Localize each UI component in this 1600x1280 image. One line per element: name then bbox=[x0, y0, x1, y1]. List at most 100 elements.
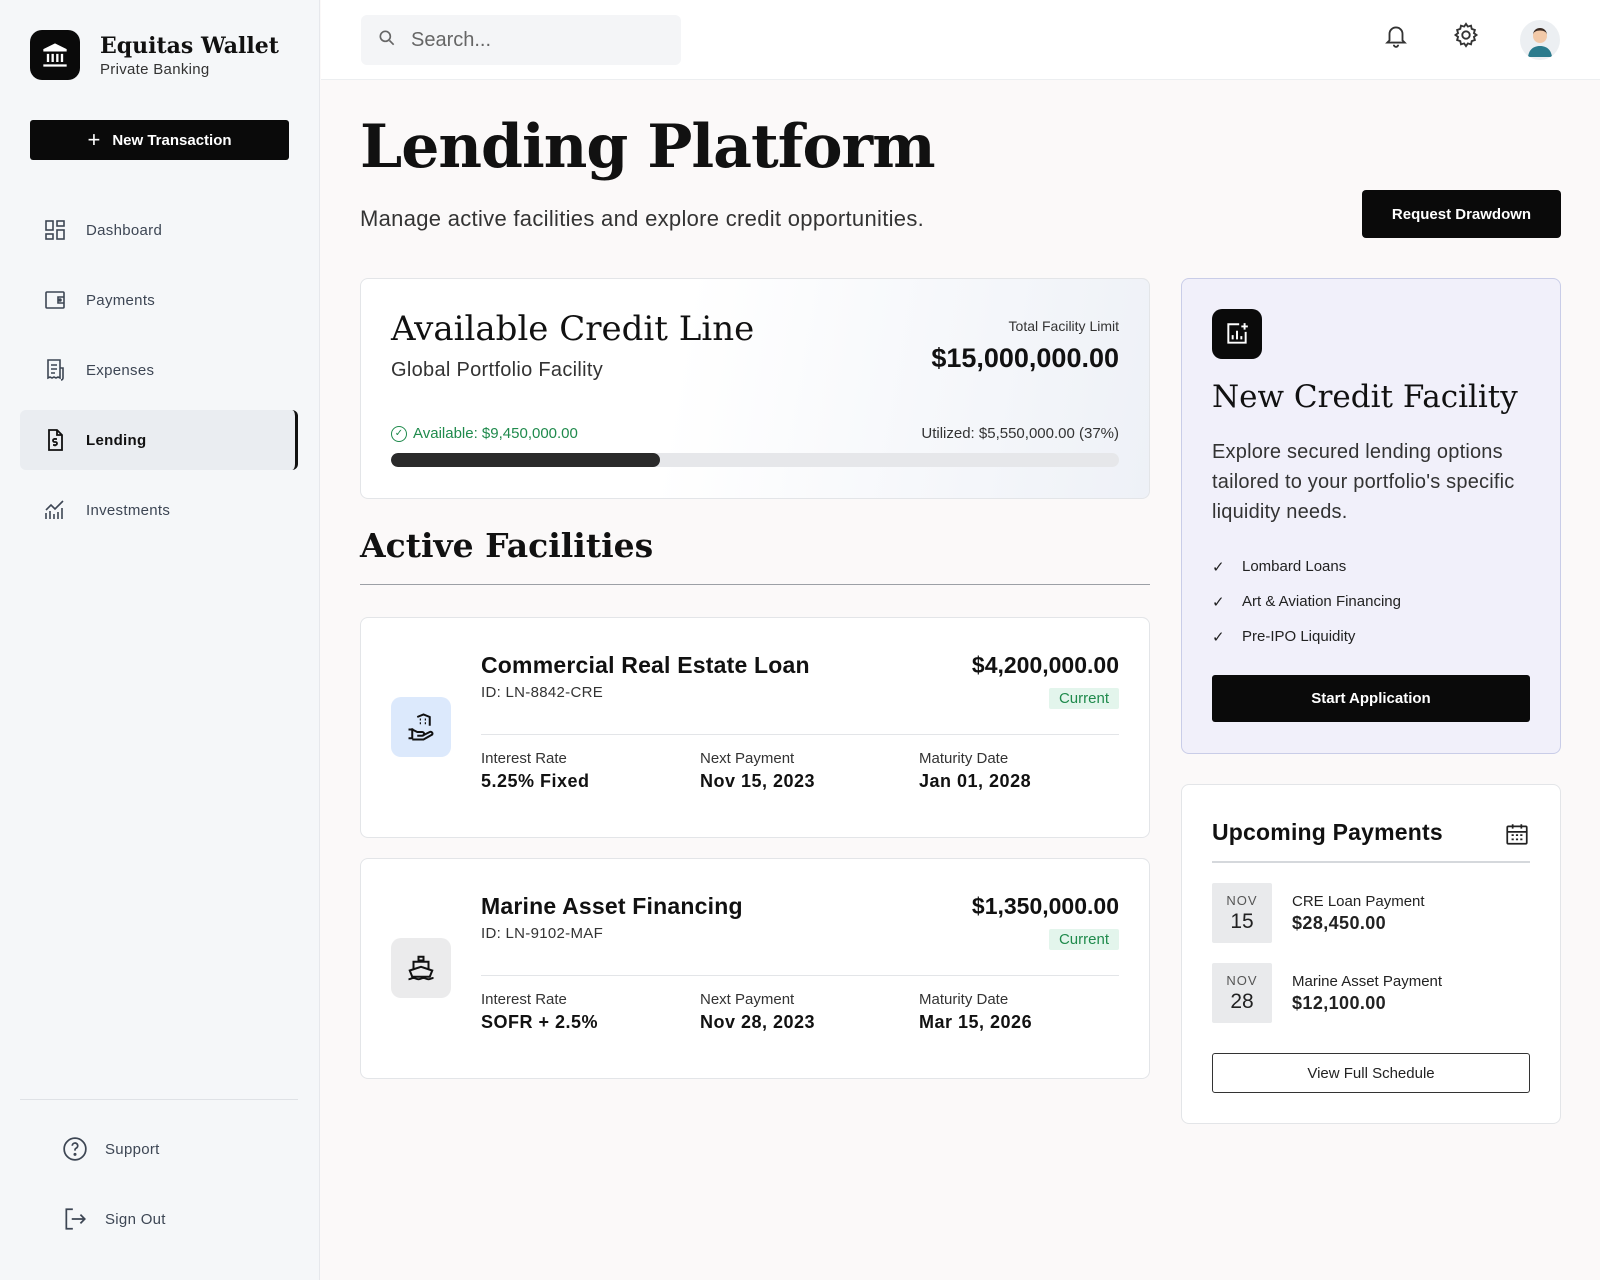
feature-label: Art & Aviation Financing bbox=[1242, 593, 1401, 610]
payment-row[interactable]: NOV 15 CRE Loan Payment $28,450.00 bbox=[1212, 883, 1425, 943]
credit-line-card: Available Credit Line Global Portfolio F… bbox=[360, 278, 1150, 499]
sidebar-item-label: Dashboard bbox=[86, 221, 163, 239]
interest-rate-value: SOFR + 2.5% bbox=[481, 1012, 599, 1032]
building-hand-icon bbox=[391, 697, 451, 757]
sidebar-item-label: Expenses bbox=[86, 361, 155, 379]
maturity-date-label: Maturity Date bbox=[919, 991, 1009, 1008]
payment-month: NOV bbox=[1226, 972, 1258, 988]
sidebar: Equitas Wallet Private Banking + New Tra… bbox=[0, 0, 320, 1280]
search-box[interactable] bbox=[361, 15, 681, 65]
sidebar-divider bbox=[20, 1099, 298, 1100]
sidebar-item-expenses[interactable]: Expenses bbox=[20, 340, 298, 400]
payment-amount: $12,100.00 bbox=[1292, 992, 1387, 1013]
feature-label: Lombard Loans bbox=[1242, 558, 1347, 575]
section-divider bbox=[1212, 861, 1530, 863]
chart-plus-icon bbox=[1212, 309, 1262, 359]
page-title: Lending Platform bbox=[360, 112, 936, 182]
plus-icon: + bbox=[87, 127, 101, 152]
sidebar-item-payments[interactable]: Payments bbox=[20, 270, 298, 330]
upcoming-payments-card: Upcoming Payments NOV 15 CRE Loan Paymen… bbox=[1181, 784, 1561, 1124]
payment-date: NOV 28 bbox=[1212, 963, 1272, 1023]
payment-name: CRE Loan Payment bbox=[1292, 892, 1425, 910]
facility-limit-value: $15,000,000.00 bbox=[931, 343, 1119, 373]
sidebar-item-label: Investments bbox=[86, 501, 171, 519]
status-badge: Current bbox=[1048, 929, 1119, 950]
list-item: ✓ Art & Aviation Financing bbox=[1212, 584, 1401, 619]
ship-icon bbox=[391, 938, 451, 998]
check-icon: ✓ bbox=[1212, 628, 1225, 646]
next-payment: Next Payment Nov 15, 2023 bbox=[700, 750, 815, 792]
facility-card[interactable]: Marine Asset Financing ID: LN-9102-MAF $… bbox=[360, 858, 1150, 1079]
promo-feature-list: ✓ Lombard Loans ✓ Art & Aviation Financing… bbox=[1212, 549, 1401, 654]
facility-name: Marine Asset Financing bbox=[481, 893, 743, 919]
support-link[interactable]: Support bbox=[62, 1136, 160, 1162]
interest-rate-value: 5.25% Fixed bbox=[481, 771, 590, 791]
sign-out-link[interactable]: Sign Out bbox=[62, 1206, 166, 1232]
facility-limit-label: Total Facility Limit bbox=[1008, 318, 1119, 334]
maturity-date-value: Jan 01, 2028 bbox=[919, 771, 1032, 791]
section-divider bbox=[360, 584, 1150, 585]
facility-amount: $4,200,000.00 bbox=[971, 652, 1119, 678]
search-icon bbox=[377, 28, 397, 53]
check-icon: ✓ bbox=[1212, 593, 1225, 611]
avatar[interactable] bbox=[1520, 20, 1560, 60]
maturity-date-value: Mar 15, 2026 bbox=[919, 1012, 1033, 1032]
facility-id: ID: LN-8842-CRE bbox=[481, 684, 604, 701]
brand-subtitle: Private Banking bbox=[100, 60, 210, 78]
utilized-amount: Utilized: $5,550,000.00 (37%) bbox=[921, 425, 1119, 442]
sidebar-nav: Dashboard Payments Expenses Lending Inve… bbox=[20, 200, 298, 550]
credit-line-title: Available Credit Line bbox=[391, 309, 755, 349]
interest-rate-label: Interest Rate bbox=[481, 991, 567, 1008]
new-transaction-button[interactable]: + New Transaction bbox=[30, 120, 289, 160]
interest-rate: Interest Rate SOFR + 2.5% bbox=[481, 991, 598, 1033]
view-full-schedule-button[interactable]: View Full Schedule bbox=[1212, 1053, 1530, 1093]
request-drawdown-button[interactable]: Request Drawdown bbox=[1362, 190, 1561, 238]
brand[interactable]: Equitas Wallet Private Banking bbox=[30, 30, 279, 80]
page-subtitle: Manage active facilities and explore cre… bbox=[360, 206, 925, 231]
promo-title: New Credit Facility bbox=[1212, 379, 1518, 415]
feature-label: Pre-IPO Liquidity bbox=[1242, 628, 1356, 645]
facility-divider bbox=[481, 975, 1119, 976]
facility-card[interactable]: Commercial Real Estate Loan ID: LN-8842-… bbox=[360, 617, 1150, 838]
search-input[interactable] bbox=[411, 28, 671, 52]
payment-day: 15 bbox=[1230, 909, 1254, 933]
new-transaction-label: New Transaction bbox=[112, 131, 232, 149]
check-circle-icon: ✓ bbox=[391, 425, 407, 442]
payment-day: 28 bbox=[1230, 989, 1254, 1013]
new-credit-facility-card: New Credit Facility Explore secured lend… bbox=[1181, 278, 1561, 754]
payment-month: NOV bbox=[1226, 892, 1258, 908]
upcoming-payments-title: Upcoming Payments bbox=[1212, 819, 1443, 845]
active-facilities-title: Active Facilities bbox=[360, 526, 654, 565]
document-dollar-icon bbox=[42, 427, 68, 453]
sidebar-item-label: Lending bbox=[86, 431, 147, 449]
utilization-bar-fill bbox=[391, 453, 661, 467]
chart-icon bbox=[42, 497, 68, 523]
sidebar-item-dashboard[interactable]: Dashboard bbox=[20, 200, 298, 260]
facility-divider bbox=[481, 734, 1119, 735]
maturity-date-label: Maturity Date bbox=[919, 750, 1009, 767]
bell-icon[interactable] bbox=[1381, 20, 1411, 50]
promo-description: Explore secured lending options tailored… bbox=[1212, 441, 1515, 523]
available-label: Available: $9,450,000.00 bbox=[413, 425, 578, 442]
interest-rate-label: Interest Rate bbox=[481, 750, 567, 767]
dashboard-icon bbox=[42, 217, 68, 243]
utilization-bar bbox=[391, 453, 1119, 467]
brand-name: Equitas Wallet bbox=[100, 32, 279, 59]
start-application-button[interactable]: Start Application bbox=[1212, 675, 1530, 722]
sidebar-item-label: Payments bbox=[86, 291, 156, 309]
facility-id: ID: LN-9102-MAF bbox=[481, 925, 604, 942]
payment-row[interactable]: NOV 28 Marine Asset Payment $12,100.00 bbox=[1212, 963, 1442, 1023]
gear-icon[interactable] bbox=[1451, 20, 1481, 50]
help-icon bbox=[62, 1136, 88, 1162]
maturity-date: Maturity Date Mar 15, 2026 bbox=[919, 991, 1032, 1033]
status-badge: Current bbox=[1048, 688, 1119, 709]
sidebar-item-investments[interactable]: Investments bbox=[20, 480, 298, 540]
sidebar-item-lending[interactable]: Lending bbox=[20, 410, 298, 470]
list-item: ✓ Lombard Loans bbox=[1212, 549, 1401, 584]
next-payment-label: Next Payment bbox=[700, 991, 795, 1008]
available-amount: ✓ Available: $9,450,000.00 bbox=[391, 425, 578, 442]
list-item: ✓ Pre-IPO Liquidity bbox=[1212, 619, 1401, 654]
calendar-icon[interactable] bbox=[1504, 821, 1530, 847]
receipt-icon bbox=[42, 357, 68, 383]
sign-out-label: Sign Out bbox=[105, 1210, 166, 1228]
